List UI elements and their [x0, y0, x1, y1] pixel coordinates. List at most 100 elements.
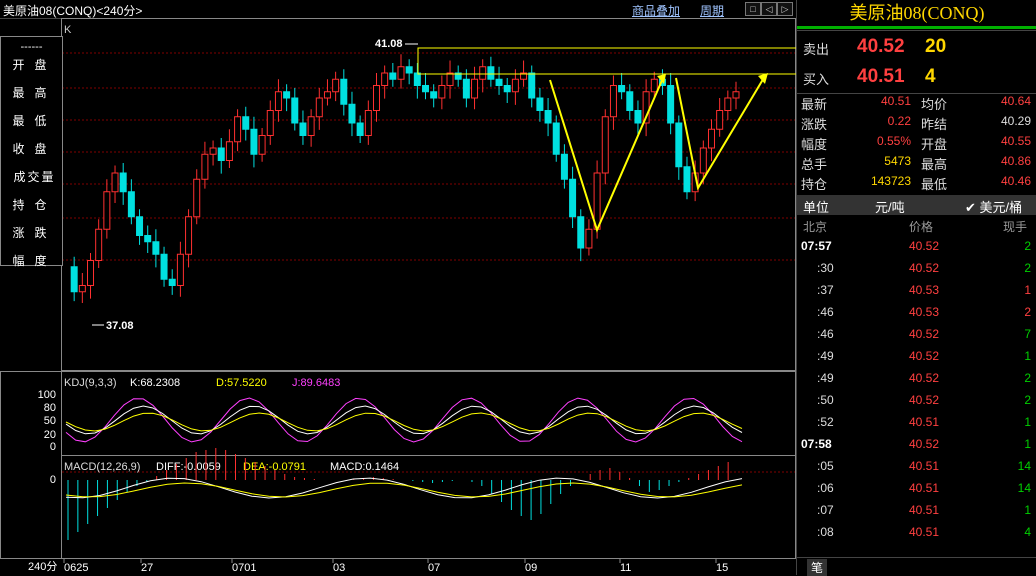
- restore-icon[interactable]: □: [745, 2, 761, 16]
- tick-time: 07:58: [801, 437, 832, 451]
- candle-body: [585, 228, 593, 249]
- chart-title: 美原油08(CONQ)<240分>: [3, 4, 143, 18]
- tick-header: 北京 价格 现手: [797, 216, 1036, 234]
- tick-row: :06 40.51 14: [797, 478, 1036, 500]
- left-arrow-icon[interactable]: ◁: [761, 2, 777, 16]
- candle-body: [609, 85, 617, 118]
- candle-body: [209, 147, 217, 155]
- candle-body: [438, 85, 446, 99]
- ohlc-label-box: ------ 开盘 最高 最低 收盘 成交量 持仓 涨跌 幅度: [0, 36, 63, 268]
- x-tick-label: 27: [141, 562, 153, 574]
- stat-value: 40.55: [1000, 134, 1031, 148]
- candle-body: [601, 116, 609, 174]
- buy-price: 40.51: [857, 66, 905, 87]
- ohlc-label: 最低: [12, 114, 57, 128]
- candle-body: [127, 191, 135, 218]
- kdj-scale-label: 50: [44, 415, 56, 427]
- stat-label: 开盘: [921, 137, 948, 152]
- candle-body: [413, 72, 421, 86]
- ohlc-label: 收盘: [12, 142, 57, 156]
- tick-volume: 1: [1024, 437, 1031, 451]
- stat-value: 40.64: [1000, 94, 1031, 108]
- tick-time: :52: [817, 415, 834, 429]
- candle-body: [323, 91, 331, 99]
- candle-body: [87, 260, 95, 286]
- stat-label: 总手: [801, 157, 828, 172]
- stat-label: 最低: [921, 177, 948, 192]
- usd-barrel-toggle[interactable]: ✔ 美元/桶: [965, 197, 1022, 216]
- tick-row: :30 40.52 2: [797, 258, 1036, 280]
- candle-body: [495, 78, 503, 86]
- candle-body: [667, 85, 675, 124]
- kdj-scale-label: 80: [44, 402, 56, 414]
- ohlc-label: 最高: [12, 86, 57, 100]
- candle-body: [283, 91, 291, 99]
- tick-time: :06: [817, 481, 834, 495]
- tick-volume: 2: [1024, 261, 1031, 275]
- candle-body: [217, 147, 225, 161]
- tick-header-vol: 现手: [1003, 220, 1028, 234]
- unit-label: 单位: [803, 200, 830, 215]
- tick-price: 40.52: [908, 327, 939, 341]
- chart-title-bar: 美原油08(CONQ)<240分> 商品叠加 周期 □ ◁ ▷: [0, 0, 796, 19]
- kdj-k-line: [65, 405, 743, 435]
- macd-diff-line: [65, 477, 743, 499]
- tick-footer: 笔: [797, 557, 1036, 576]
- candle-body: [503, 85, 511, 93]
- period-link[interactable]: 周期: [700, 2, 724, 19]
- right-arrow-icon[interactable]: ▷: [777, 2, 793, 16]
- x-tick-label: 09: [525, 562, 537, 574]
- candle-body: [381, 72, 389, 86]
- kdj-scale-label: 20: [44, 429, 56, 441]
- tick-time: :08: [817, 525, 834, 539]
- sell-label: 卖出: [803, 42, 830, 57]
- candle-body: [405, 66, 413, 74]
- tick-price: 40.52: [908, 261, 939, 275]
- candle-body: [332, 78, 340, 93]
- quote-title: 美原油08(CONQ): [849, 3, 985, 23]
- candle-body: [479, 66, 487, 80]
- tick-row: :52 40.51 1: [797, 412, 1036, 434]
- stat-label: 均价: [921, 97, 948, 112]
- unit-bar: 单位 元/吨 ✔ 美元/桶: [797, 195, 1036, 215]
- candle-body: [136, 216, 144, 236]
- macd-macd: MACD:0.1464: [330, 461, 399, 473]
- tick-list[interactable]: 07:57 40.52 2:30 40.52 2:37 40.53 1:46 40.53 2:4…: [797, 236, 1036, 556]
- tick-volume: 1: [1024, 415, 1031, 429]
- tick-volume: 2: [1024, 393, 1031, 407]
- candle-body: [356, 122, 364, 136]
- candle-body: [389, 72, 397, 80]
- tick-row: :50 40.52 2: [797, 390, 1036, 412]
- tick-price: 40.52: [908, 239, 939, 253]
- candle-body: [144, 235, 152, 243]
- tick-footer-tab[interactable]: 笔: [807, 559, 828, 576]
- candle-body: [266, 110, 274, 136]
- ohlc-label: 开盘: [12, 58, 57, 72]
- tick-time: :49: [817, 349, 834, 363]
- candle-body: [258, 135, 266, 155]
- candle-body: [111, 172, 119, 193]
- ohlc-label: 涨跌: [12, 226, 57, 240]
- stat-label: 最新: [801, 97, 828, 112]
- tick-price: 40.52: [908, 349, 939, 363]
- k-label: K: [64, 24, 72, 36]
- tick-price: 40.51: [908, 481, 939, 495]
- candle-body: [650, 78, 658, 93]
- candle-body: [675, 122, 683, 168]
- candle-body: [446, 72, 454, 86]
- kdj-title: KDJ(9,3,3): [64, 377, 117, 389]
- candle-body: [340, 78, 348, 105]
- kline-chart[interactable]: 41.08 37.08 K KDJ(9,3,3) K:68.2308 D:57.5220 J…: [0, 18, 796, 575]
- tick-price: 40.52: [908, 393, 939, 407]
- ohlc-label: 成交量: [13, 170, 56, 184]
- candle-body: [307, 116, 315, 136]
- stat-label: 最高: [921, 157, 948, 172]
- tick-volume: 7: [1024, 327, 1031, 341]
- stat-value: 40.86: [1000, 154, 1031, 168]
- stat-value: 143723: [870, 174, 911, 188]
- candle-body: [552, 122, 560, 155]
- overlay-link[interactable]: 商品叠加: [632, 2, 680, 19]
- tick-row: :37 40.53 1: [797, 280, 1036, 302]
- tick-time: :37: [817, 283, 834, 297]
- unit-value[interactable]: 元/吨: [875, 197, 905, 216]
